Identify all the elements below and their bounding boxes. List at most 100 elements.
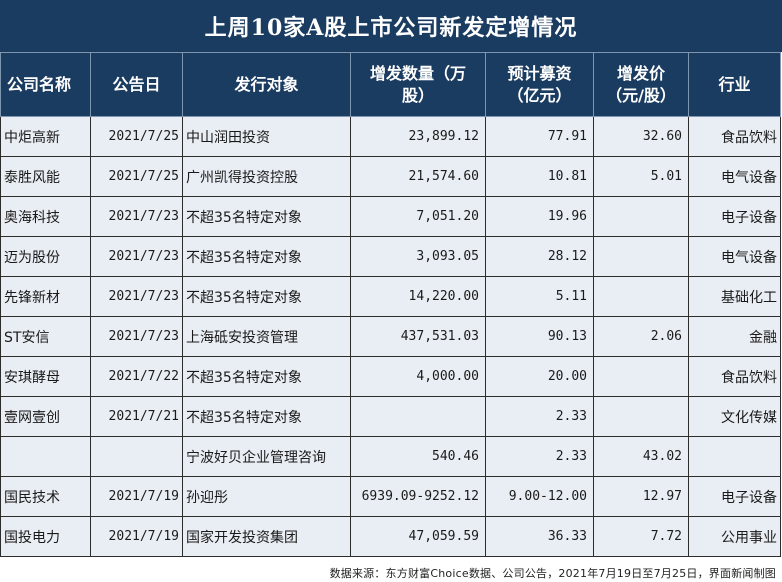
cell-funds: 2.33 [485, 396, 594, 437]
cell-industry: 基础化工 [688, 276, 781, 317]
cell-target: 不超35名特定对象 [182, 396, 351, 437]
header-price-line2: （元/股） [606, 85, 676, 105]
cell-shares: 47,059.59 [350, 516, 486, 557]
cell-price [593, 276, 689, 317]
cell-price: 43.02 [593, 436, 689, 477]
cell-industry: 金融 [688, 316, 781, 357]
cell-shares: 540.46 [350, 436, 486, 477]
cell-target: 上海砥安投资管理 [182, 316, 351, 357]
cell-price [593, 396, 689, 437]
header-date: 公告日 [90, 52, 183, 117]
cell-target: 中山润田投资 [182, 116, 351, 157]
cell-target: 广州凯得投资控股 [182, 156, 351, 197]
header-price-line1: 增发价 [616, 63, 665, 83]
cell-shares: 7,051.20 [350, 196, 486, 237]
cell-company: 先锋新材 [0, 276, 91, 317]
cell-industry: 电气设备 [688, 236, 781, 277]
cell-industry: 电子设备 [688, 196, 781, 237]
cell-shares: 437,531.03 [350, 316, 486, 357]
cell-funds: 20.00 [485, 356, 594, 397]
cell-target: 宁波好贝企业管理咨询 [182, 436, 351, 477]
header-funds-line2: （亿元） [507, 85, 572, 105]
cell-industry [688, 436, 781, 477]
header-shares-line2: 股） [401, 85, 434, 105]
cell-company: ST安信 [0, 316, 91, 357]
cell-funds: 2.33 [485, 436, 594, 477]
cell-date: 2021/7/23 [90, 276, 183, 317]
cell-company: 国民技术 [0, 476, 91, 517]
cell-date [90, 436, 183, 477]
table-row: 奥海科技 2021/7/23 不超35名特定对象 7,051.20 19.96 电子设备 [0, 196, 781, 237]
cell-funds: 19.96 [485, 196, 594, 237]
header-funds-line1: 预计募资 [507, 63, 572, 83]
table-row: 安琪酵母 2021/7/22 不超35名特定对象 4,000.00 20.00 食品饮料 [0, 356, 781, 397]
cell-date: 2021/7/23 [90, 196, 183, 237]
header-funds: 预计募资 （亿元） [485, 52, 594, 117]
cell-company [0, 436, 91, 477]
page: 上周10家A股上市公司新发定增情况 公司名称 公告日 发行对象 增发数量（万 股）… [0, 0, 782, 582]
table-row: 壹网壹创 2021/7/21 不超35名特定对象 2.33 文化传媒 [0, 396, 781, 437]
table-row: 宁波好贝企业管理咨询 540.46 2.33 43.02 [0, 436, 781, 477]
table-title: 上周10家A股上市公司新发定增情况 [0, 0, 782, 52]
table-row: 国民技术 2021/7/19 孙迎彤 6939.09-9252.12 9.00-12.0… [0, 476, 781, 517]
cell-target: 孙迎彤 [182, 476, 351, 517]
cell-funds: 5.11 [485, 276, 594, 317]
cell-price: 12.97 [593, 476, 689, 517]
header-target: 发行对象 [182, 52, 351, 117]
cell-industry: 食品饮料 [688, 356, 781, 397]
table-row: 迈为股份 2021/7/23 不超35名特定对象 3,093.05 28.12 电气设备 [0, 236, 781, 277]
cell-shares: 23,899.12 [350, 116, 486, 157]
cell-target: 不超35名特定对象 [182, 276, 351, 317]
source-note: 数据来源：东方财富Choice数据、公司公告，2021年7月19日至7月25日，… [329, 567, 776, 580]
cell-company: 中炬高新 [0, 116, 91, 157]
table-row: 泰胜风能 2021/7/25 广州凯得投资控股 21,574.60 10.81 5.01 电… [0, 156, 781, 197]
cell-company: 奥海科技 [0, 196, 91, 237]
cell-target: 不超35名特定对象 [182, 236, 351, 277]
cell-price: 7.72 [593, 516, 689, 557]
cell-price [593, 196, 689, 237]
cell-funds: 77.91 [485, 116, 594, 157]
table-row: 中炬高新 2021/7/25 中山润田投资 23,899.12 77.91 32.60 食品… [0, 116, 781, 157]
cell-shares [350, 396, 486, 437]
cell-industry: 公用事业 [688, 516, 781, 557]
cell-date: 2021/7/25 [90, 116, 183, 157]
cell-target: 不超35名特定对象 [182, 356, 351, 397]
cell-company: 泰胜风能 [0, 156, 91, 197]
cell-industry: 食品饮料 [688, 116, 781, 157]
cell-shares: 14,220.00 [350, 276, 486, 317]
header-shares: 增发数量（万 股） [350, 52, 486, 117]
cell-industry: 电子设备 [688, 476, 781, 517]
cell-industry: 电气设备 [688, 156, 781, 197]
cell-funds: 36.33 [485, 516, 594, 557]
cell-date: 2021/7/25 [90, 156, 183, 197]
header-industry: 行业 [688, 52, 781, 117]
cell-price: 5.01 [593, 156, 689, 197]
cell-date: 2021/7/23 [90, 316, 183, 357]
cell-company: 安琪酵母 [0, 356, 91, 397]
cell-target: 国家开发投资集团 [182, 516, 351, 557]
cell-shares: 21,574.60 [350, 156, 486, 197]
header-price: 增发价 （元/股） [593, 52, 689, 117]
header-company: 公司名称 [0, 52, 91, 117]
cell-date: 2021/7/19 [90, 476, 183, 517]
cell-funds: 28.12 [485, 236, 594, 277]
table-body: 中炬高新 2021/7/25 中山润田投资 23,899.12 77.91 32.60 食品… [0, 116, 781, 557]
table-row: 国投电力 2021/7/19 国家开发投资集团 47,059.59 36.33 7.72 公… [0, 516, 781, 557]
cell-price: 32.60 [593, 116, 689, 157]
placement-table: 公司名称 公告日 发行对象 增发数量（万 股） 预计募资 （亿元） 增发价 （元/股）… [0, 52, 781, 557]
cell-date: 2021/7/19 [90, 516, 183, 557]
cell-company: 国投电力 [0, 516, 91, 557]
cell-industry: 文化传媒 [688, 396, 781, 437]
cell-shares: 6939.09-9252.12 [350, 476, 486, 517]
cell-funds: 90.13 [485, 316, 594, 357]
cell-date: 2021/7/22 [90, 356, 183, 397]
header-shares-line1: 增发数量（万 [369, 63, 466, 83]
cell-price: 2.06 [593, 316, 689, 357]
table-row: ST安信 2021/7/23 上海砥安投资管理 437,531.03 90.13 2.06… [0, 316, 781, 357]
cell-company: 壹网壹创 [0, 396, 91, 437]
cell-price [593, 236, 689, 277]
cell-funds: 10.81 [485, 156, 594, 197]
cell-shares: 3,093.05 [350, 236, 486, 277]
cell-price [593, 356, 689, 397]
cell-funds: 9.00-12.00 [485, 476, 594, 517]
